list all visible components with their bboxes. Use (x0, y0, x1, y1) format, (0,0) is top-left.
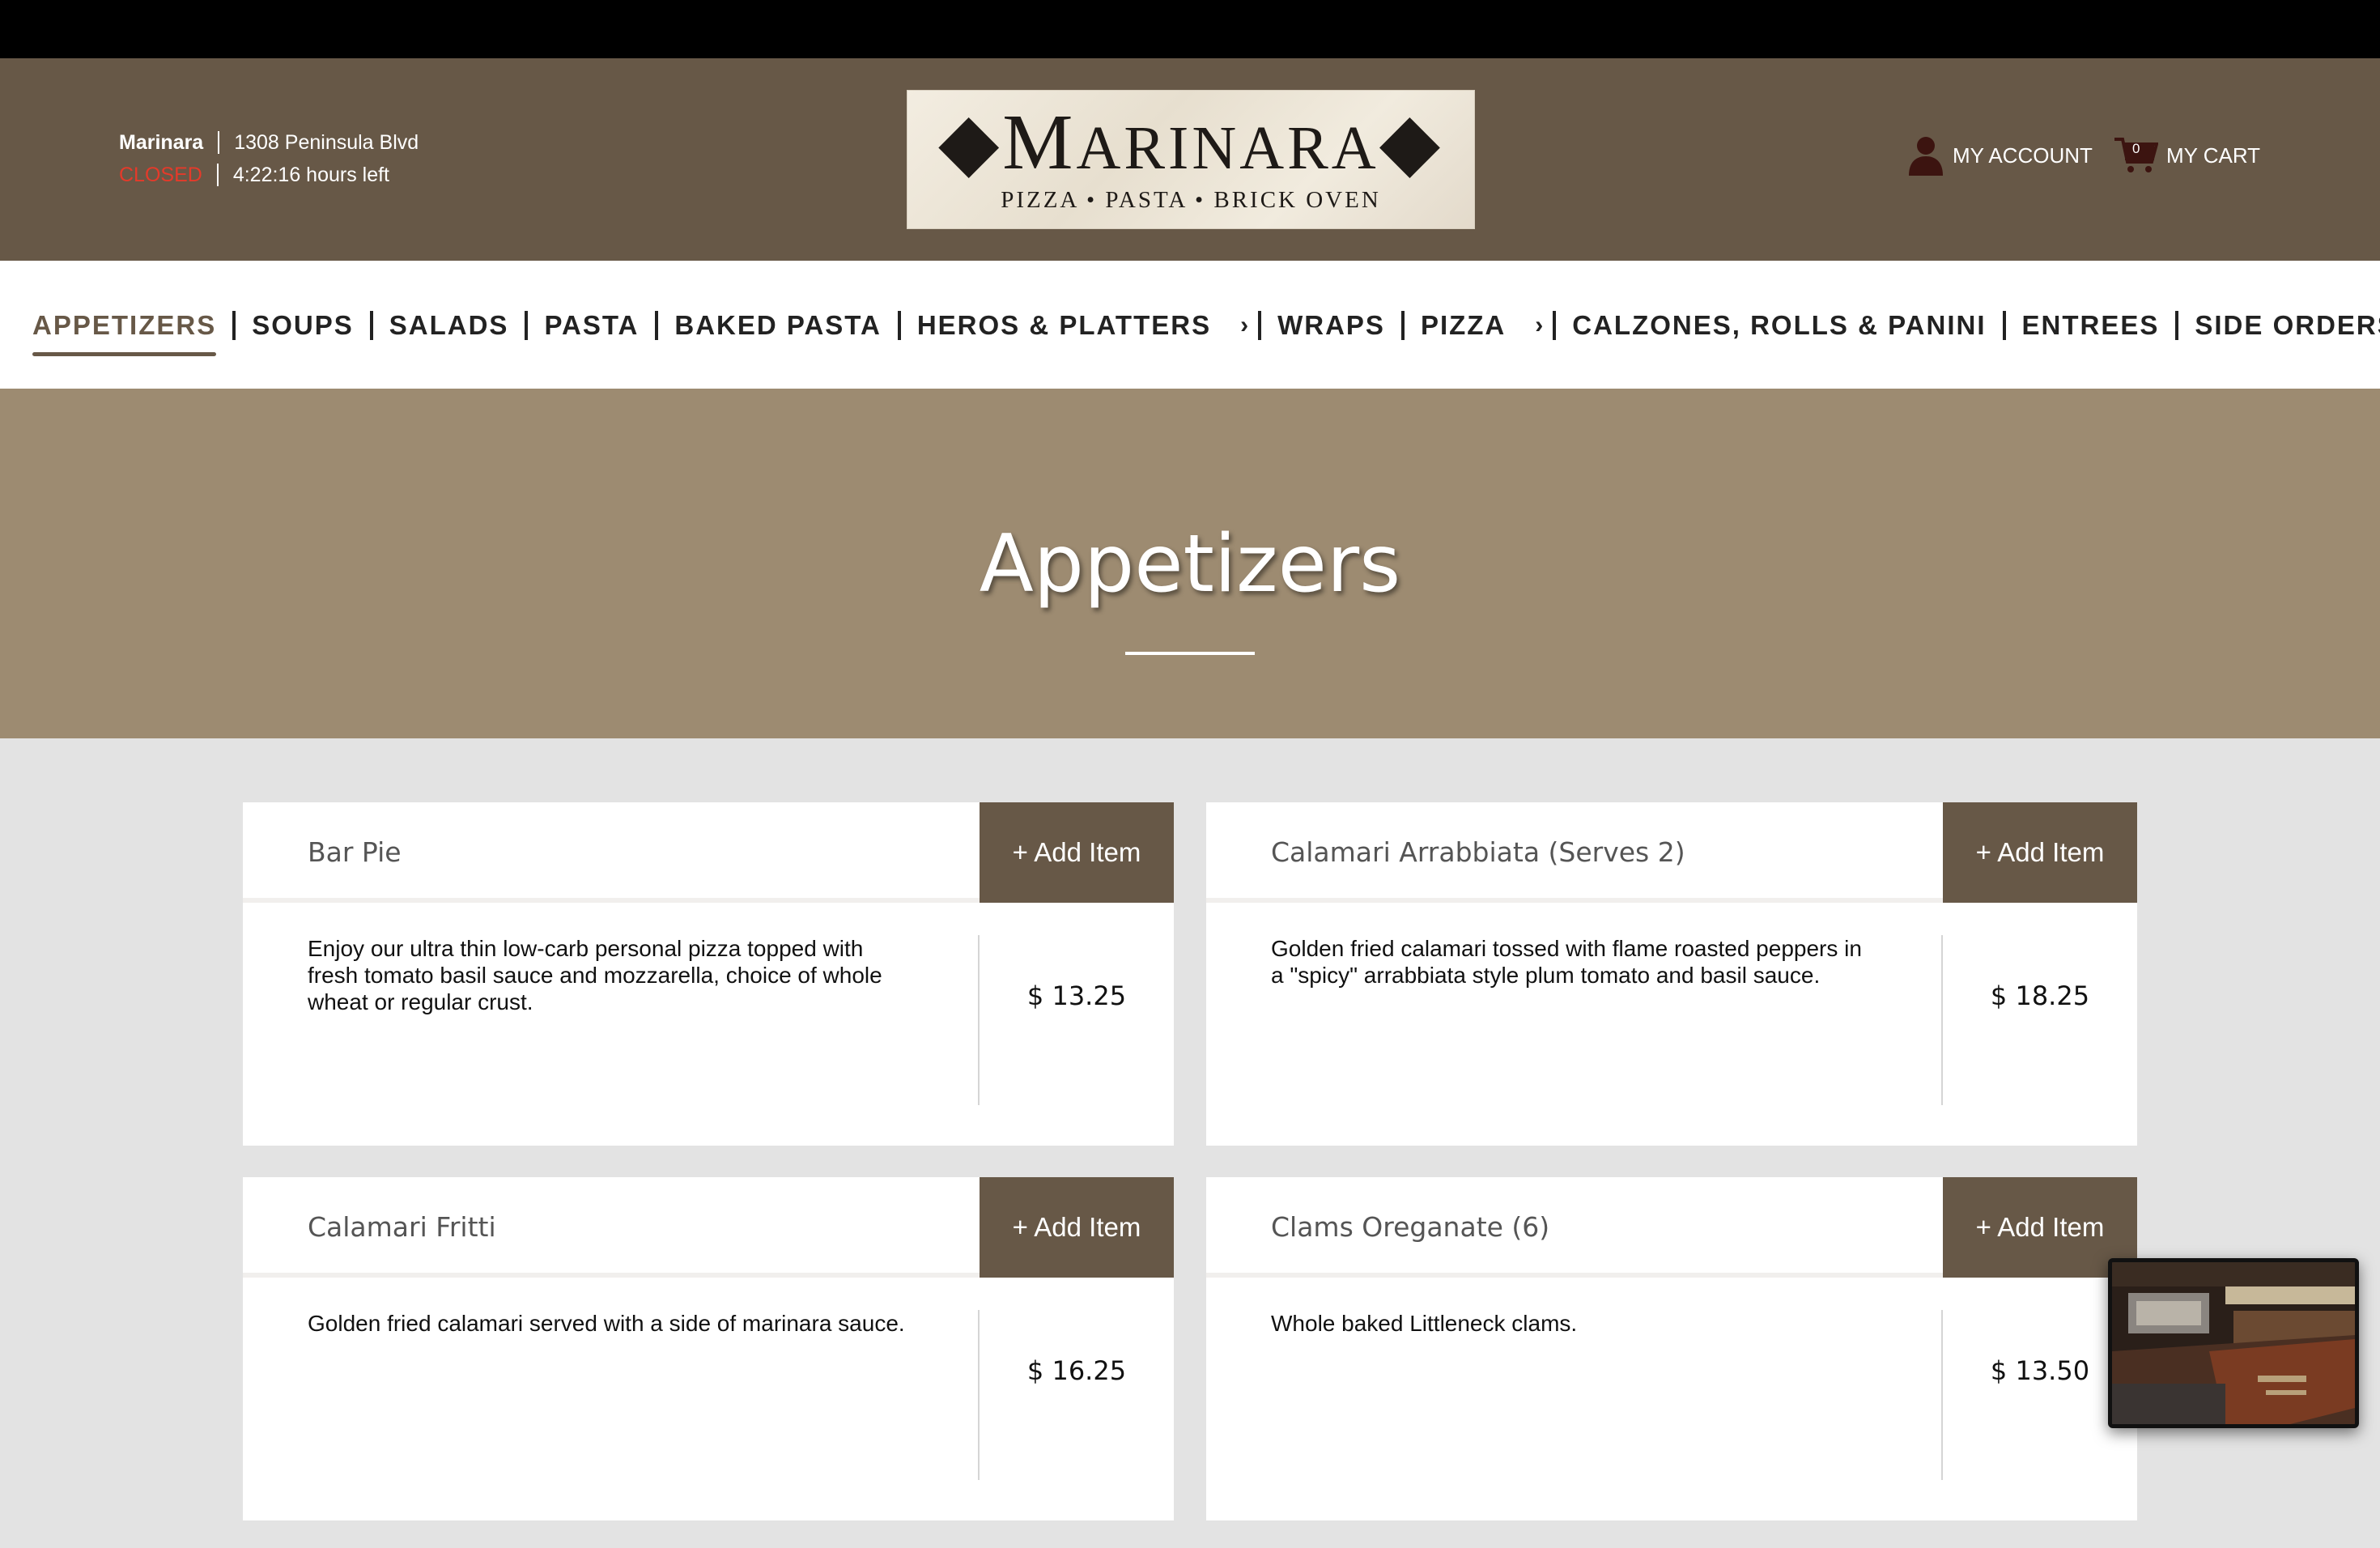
divider (525, 311, 529, 340)
item-description: Whole baked Littleneck clams. (1271, 1311, 1578, 1336)
add-item-button[interactable]: + Add Item (980, 1177, 1174, 1278)
item-name[interactable]: Calamari Arrabbiata (Serves 2) (1271, 802, 1685, 903)
menu-item-card: Clams Oreganate (6) + Add Item Whole bak… (1206, 1177, 2137, 1520)
divider (232, 311, 236, 340)
card-header: Bar Pie + Add Item (243, 802, 1174, 903)
category-calzones-rolls-panini[interactable]: CALZONES, ROLLS & PANINI (1572, 310, 1986, 341)
category-side-orders[interactable]: SIDE ORDERS (2195, 310, 2380, 341)
item-price: $ 16.25 (1026, 1355, 1127, 1386)
my-account-link[interactable]: MY ACCOUNT (1907, 134, 2093, 177)
divider (369, 311, 373, 340)
store-name: Marinara (119, 131, 204, 154)
time-left: 4:22:16 hours left (232, 164, 390, 186)
category-baked-pasta[interactable]: BAKED PASTA (674, 310, 881, 341)
divider (2175, 311, 2179, 340)
page-title: Appetizers (979, 518, 1401, 610)
chevron-right-icon[interactable]: › (1535, 312, 1545, 339)
divider (1941, 935, 1943, 1105)
category-wraps[interactable]: WRAPS (1277, 310, 1385, 341)
my-cart-link[interactable]: 0 MY CART (2113, 134, 2260, 177)
item-price: $ 18.25 (1990, 980, 2090, 1011)
add-item-button[interactable]: + Add Item (1943, 802, 2137, 903)
category-hero: Appetizers (0, 389, 2380, 738)
logo-wordmark: ◆MARINARA◆ (937, 99, 1444, 186)
category-pizza[interactable]: PIZZA (1421, 310, 1506, 341)
menu-item-card: Calamari Arrabbiata (Serves 2) + Add Ite… (1206, 802, 2137, 1146)
item-description: Golden fried calamari served with a side… (308, 1311, 905, 1336)
item-name[interactable]: Clams Oreganate (6) (1271, 1177, 1549, 1278)
category-salads[interactable]: SALADS (389, 310, 509, 341)
cart-icon: 0 (2113, 136, 2159, 175)
marinara-logo[interactable]: ◆MARINARA◆ PIZZA • PASTA • BRICK OVEN (907, 90, 1475, 229)
chevron-right-icon[interactable]: › (1240, 312, 1250, 339)
card-header: Calamari Arrabbiata (Serves 2) + Add Ite… (1206, 802, 2137, 903)
menu-item-card: Calamari Fritti + Add Item Golden fried … (243, 1177, 1174, 1520)
divider (2002, 311, 2006, 340)
divider (1941, 1310, 1943, 1480)
site-header: Marinara 1308 Peninsula Blvd CLOSED 4:22… (0, 58, 2380, 261)
video-thumbnail-widget[interactable] (2108, 1258, 2359, 1428)
card-header: Clams Oreganate (6) + Add Item (1206, 1177, 2137, 1278)
restaurant-interior-image (2112, 1262, 2355, 1424)
divider (897, 311, 901, 340)
divider (655, 311, 659, 340)
item-description: Enjoy our ultra thin low-carb personal p… (308, 936, 882, 1014)
divider (978, 935, 980, 1105)
add-item-button[interactable]: + Add Item (980, 802, 1174, 903)
item-name[interactable]: Calamari Fritti (308, 1177, 496, 1278)
category-entrees[interactable]: ENTREES (2022, 310, 2160, 341)
category-soups[interactable]: SOUPS (252, 310, 354, 341)
title-underline (1125, 652, 1255, 655)
divider (218, 131, 220, 154)
browser-top-bar (0, 0, 2380, 58)
menu-item-card: Bar Pie + Add Item Enjoy our ultra thin … (243, 802, 1174, 1146)
my-cart-label: MY CART (2166, 142, 2261, 168)
divider (1400, 311, 1405, 340)
logo-tagline: PIZZA • PASTA • BRICK OVEN (1001, 187, 1381, 213)
item-description: Golden fried calamari tossed with flame … (1271, 936, 1862, 988)
divider (216, 164, 219, 186)
user-icon (1909, 137, 1943, 176)
store-info: Marinara 1308 Peninsula Blvd CLOSED 4:22… (119, 126, 419, 191)
divider (1553, 311, 1557, 340)
cart-count: 0 (2132, 141, 2140, 156)
divider (978, 1310, 980, 1480)
category-appetizers[interactable]: APPETIZERS (32, 310, 217, 356)
item-price: $ 13.25 (1026, 980, 1127, 1011)
category-pasta[interactable]: PASTA (544, 310, 639, 341)
my-account-label: MY ACCOUNT (1953, 142, 2093, 168)
divider (1258, 311, 1262, 340)
category-nav: APPETIZERS SOUPS SALADS PASTA BAKED PAST… (0, 261, 2380, 389)
card-header: Calamari Fritti + Add Item (243, 1177, 1174, 1278)
item-name[interactable]: Bar Pie (308, 802, 402, 903)
store-status: CLOSED (119, 164, 202, 186)
category-heros-platters[interactable]: HEROS & PLATTERS (917, 310, 1211, 341)
store-address[interactable]: 1308 Peninsula Blvd (234, 126, 419, 159)
